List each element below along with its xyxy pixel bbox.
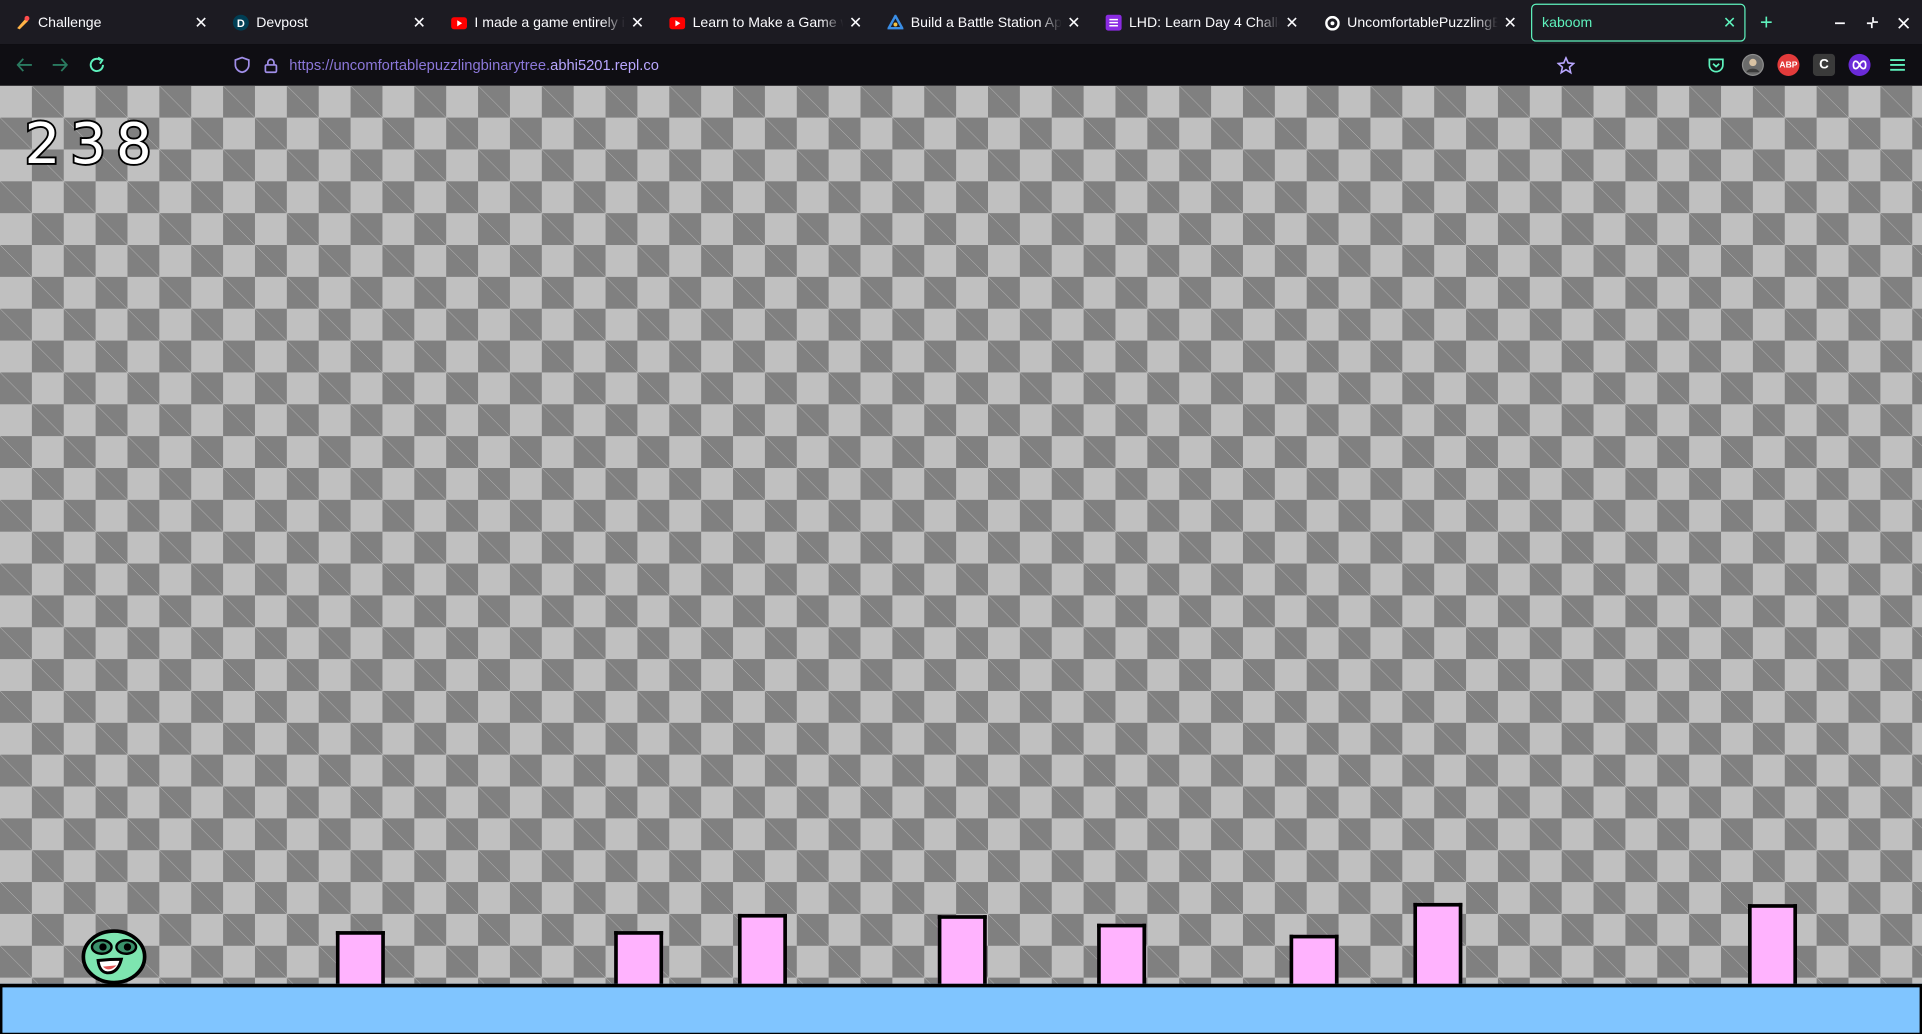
obstacle-tree [614, 931, 664, 985]
shield-icon[interactable] [230, 54, 252, 76]
adblock-extension-button[interactable]: ABP [1777, 53, 1800, 76]
pocket-extension-button[interactable] [1705, 54, 1727, 76]
lhd-favicon-icon [1105, 14, 1122, 31]
obstacle-tree [737, 913, 787, 985]
restore-icon [1866, 17, 1878, 29]
obstacle-tree [335, 931, 385, 985]
hamburger-menu-icon [1890, 59, 1905, 71]
close-window-button[interactable] [1888, 4, 1920, 42]
restore-button[interactable] [1856, 4, 1888, 42]
mlh-favicon-icon [887, 14, 904, 31]
close-icon[interactable]: ✕ [194, 13, 209, 33]
replit-favicon-icon [1324, 15, 1340, 31]
close-icon[interactable]: ✕ [1066, 13, 1081, 33]
forward-button[interactable] [47, 51, 74, 78]
lock-icon[interactable] [260, 54, 282, 76]
youtube-favicon-icon [669, 15, 686, 31]
back-button[interactable] [11, 51, 38, 78]
purple-extension-button[interactable] [1848, 53, 1871, 76]
tab-title: UncomfortablePuzzlingBi [1347, 15, 1498, 31]
tab-youtube-game[interactable]: I made a game entirely in ✕ [441, 4, 652, 42]
url-path: https://uncomfortablepuzzlingbinarytree. [289, 56, 551, 74]
close-window-icon [1898, 17, 1910, 29]
player-bean-sprite [81, 929, 147, 985]
minimize-icon [1835, 21, 1845, 24]
obstacle-tree [1289, 934, 1339, 985]
devpost-favicon-icon: D [232, 14, 249, 31]
tab-title: Devpost [256, 15, 308, 31]
bookmark-star-button[interactable] [1552, 51, 1579, 78]
tab-kaboom[interactable]: kaboom ✕ [1531, 3, 1746, 42]
close-icon[interactable]: ✕ [412, 13, 427, 33]
obstacle-tree [937, 915, 987, 985]
tab-title: LHD: Learn Day 4 Challen [1128, 15, 1280, 31]
tab-title: Build a Battle Station App [910, 15, 1062, 31]
account-avatar-button[interactable] [1741, 53, 1764, 76]
address-bar[interactable]: https://uncomfortablepuzzlingbinarytree.… [230, 49, 1578, 81]
tab-strip: Challenge ✕ D Devpost ✕ I made a game en… [0, 0, 1922, 45]
tab-lhd[interactable]: LHD: Learn Day 4 Challen ✕ [1096, 4, 1307, 42]
close-icon[interactable]: ✕ [630, 13, 645, 33]
obstacle-tree [1097, 923, 1147, 985]
tab-youtube-learn[interactable]: Learn to Make a Game wi ✕ [659, 4, 870, 42]
youtube-favicon-icon [451, 15, 468, 31]
close-icon[interactable]: ✕ [1722, 13, 1737, 33]
bean-icon [81, 929, 147, 985]
pocket-icon [1708, 57, 1724, 72]
close-icon[interactable]: ✕ [1503, 13, 1518, 33]
star-icon [1556, 55, 1575, 74]
navigation-toolbar: https://uncomfortablepuzzlingbinarytree.… [0, 44, 1922, 86]
tab-challenge[interactable]: Challenge ✕ [5, 4, 216, 42]
tab-title: kaboom [1542, 15, 1593, 31]
score-counter: 238 [23, 108, 162, 178]
avatar-icon [1743, 55, 1763, 75]
game-canvas[interactable]: 238 [0, 85, 1922, 1034]
challenge-favicon-icon [15, 15, 31, 31]
infinity-icon [1852, 60, 1867, 70]
reload-button[interactable] [83, 51, 110, 78]
tab-battle-station[interactable]: Build a Battle Station App ✕ [878, 4, 1089, 42]
tab-devpost[interactable]: D Devpost ✕ [223, 4, 434, 42]
arrow-left-icon [16, 58, 32, 72]
new-tab-button[interactable]: + [1750, 4, 1782, 42]
close-icon[interactable]: ✕ [1285, 13, 1300, 33]
obstacle-tree [1413, 902, 1463, 985]
reload-icon [89, 56, 104, 73]
adblock-icon: ABP [1779, 60, 1798, 70]
app-menu-button[interactable] [1884, 51, 1911, 78]
c-extension-icon: C [1819, 57, 1829, 73]
obstacle-tree [1747, 904, 1798, 985]
tab-title: Challenge [37, 15, 102, 31]
arrow-right-icon [52, 58, 69, 72]
minimize-button[interactable] [1824, 4, 1856, 42]
tab-replit[interactable]: UncomfortablePuzzlingBi ✕ [1314, 4, 1525, 42]
tab-title: Learn to Make a Game wi [692, 15, 844, 31]
tab-title: I made a game entirely in [474, 15, 626, 31]
ground-platform [0, 983, 1922, 1034]
url-host: abhi5201.repl.co [550, 56, 659, 74]
c-extension-button[interactable]: C [1812, 53, 1836, 76]
close-icon[interactable]: ✕ [848, 13, 863, 33]
